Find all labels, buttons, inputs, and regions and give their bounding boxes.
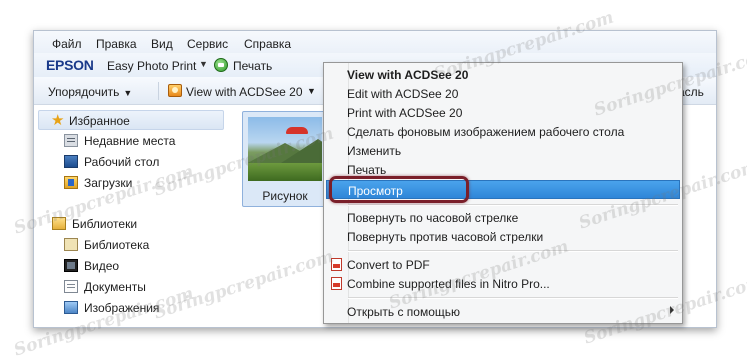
images-icon [64, 301, 78, 314]
nav-label: Библиотека [84, 238, 150, 252]
file-item[interactable]: Рисунок [242, 111, 328, 207]
submenu-arrow-icon [670, 306, 674, 314]
pdf-icon [331, 277, 342, 290]
nav-item-libraries[interactable]: Библиотеки [34, 214, 234, 234]
documents-icon [64, 280, 78, 293]
nav-item-downloads[interactable]: Загрузки [34, 173, 234, 193]
chevron-down-icon: ▼ [123, 88, 133, 98]
image-thumbnail [248, 117, 322, 181]
library-icon [64, 238, 78, 251]
menu-edit[interactable]: Правка [96, 37, 137, 51]
menu-item-label: Print with ACDSee 20 [347, 106, 463, 120]
chevron-down-icon[interactable]: ▼ [199, 59, 208, 69]
menu-item-label: Combine supported files in Nitro Pro... [347, 277, 550, 291]
nav-item-desktop[interactable]: Рабочий стол [34, 152, 234, 172]
menu-item-label: Печать [347, 163, 387, 177]
epson-logo: EPSON [46, 57, 94, 73]
libraries-icon [52, 217, 66, 230]
nav-item-favorites[interactable]: ★ Избранное [38, 110, 224, 130]
menu-bar: Файл Правка Вид Сервис Справка [34, 31, 716, 55]
menu-item-label: View with ACDSee 20 [347, 68, 469, 82]
toolbar-divider [158, 82, 159, 100]
pdf-icon [331, 258, 342, 271]
navigation-pane: ★ Избранное Недавние места Рабочий стол … [34, 106, 234, 327]
nav-label: Загрузки [84, 176, 133, 190]
nav-item-images[interactable]: Изображения [34, 298, 234, 318]
menu-item-label: Сделать фоновым изображением рабочего ст… [347, 125, 625, 139]
desktop-icon [64, 155, 78, 168]
menu-help[interactable]: Справка [244, 37, 291, 51]
menu-item-label: Edit with ACDSee 20 [347, 87, 459, 101]
menu-item-rotate-ccw[interactable]: Повернуть против часовой стрелки [326, 227, 680, 246]
thumbnail-field [248, 163, 322, 181]
menu-item-rotate-cw[interactable]: Повернуть по часовой стрелке [326, 208, 680, 227]
video-icon [64, 259, 78, 272]
nav-item-recent[interactable]: Недавние места [34, 131, 234, 151]
menu-file[interactable]: Файл [52, 37, 82, 51]
menu-item-convert-pdf[interactable]: Convert to PDF [326, 255, 680, 274]
nav-item-library[interactable]: Библиотека [34, 235, 234, 255]
callout-highlight-ring [329, 176, 469, 203]
epson-app-button[interactable]: Easy Photo Print [107, 59, 196, 73]
menu-item-label: Повернуть по часовой стрелке [347, 211, 519, 225]
view-with-acdsee-button[interactable]: View with ACDSee 20 [186, 85, 303, 99]
nav-label: Изображения [84, 301, 160, 315]
star-icon: ★ [51, 112, 65, 129]
menu-item-combine-nitro[interactable]: Combine supported files in Nitro Pro... [326, 274, 680, 293]
menu-item-edit[interactable]: Изменить [326, 141, 680, 160]
downloads-folder-icon [64, 176, 78, 189]
nav-label: Библиотеки [72, 217, 138, 231]
menu-item-print-acdsee[interactable]: Print with ACDSee 20 [326, 103, 680, 122]
nav-label: Рабочий стол [84, 155, 160, 169]
nav-label: Недавние места [84, 134, 176, 148]
menu-item-label: Convert to PDF [347, 258, 430, 272]
file-name: Рисунок [262, 189, 308, 203]
menu-separator [348, 250, 678, 252]
epson-print-button[interactable]: Печать [233, 59, 272, 73]
nav-label: Документы [84, 280, 146, 294]
print-icon[interactable] [214, 58, 228, 72]
chevron-down-icon[interactable]: ▼ [307, 86, 316, 96]
recent-places-icon [64, 134, 78, 147]
menu-tools[interactable]: Сервис [187, 37, 228, 51]
menu-item-label: Открыть с помощью [347, 305, 461, 319]
organize-label: Упорядочить [48, 85, 120, 99]
nav-item-documents[interactable]: Документы [34, 277, 234, 297]
acdsee-icon[interactable] [168, 84, 182, 97]
menu-view[interactable]: Вид [151, 37, 173, 51]
menu-item-edit-acdsee[interactable]: Edit with ACDSee 20 [326, 84, 680, 103]
thumbnail-mountain [278, 139, 322, 165]
organize-button[interactable]: Упорядочить ▼ [48, 85, 132, 99]
menu-separator [348, 204, 678, 206]
menu-item-set-wallpaper[interactable]: Сделать фоновым изображением рабочего ст… [326, 122, 680, 141]
menu-item-view-acdsee[interactable]: View with ACDSee 20 [326, 65, 680, 84]
nav-label: Видео [84, 259, 120, 273]
menu-item-label: Изменить [347, 144, 402, 158]
nav-item-video[interactable]: Видео [34, 256, 234, 276]
menu-separator [348, 297, 678, 299]
menu-item-label: Повернуть против часовой стрелки [347, 230, 544, 244]
paraglider-icon [286, 127, 308, 134]
nav-label: Избранное [69, 114, 130, 128]
menu-item-open-with[interactable]: Открыть с помощью [326, 302, 680, 321]
